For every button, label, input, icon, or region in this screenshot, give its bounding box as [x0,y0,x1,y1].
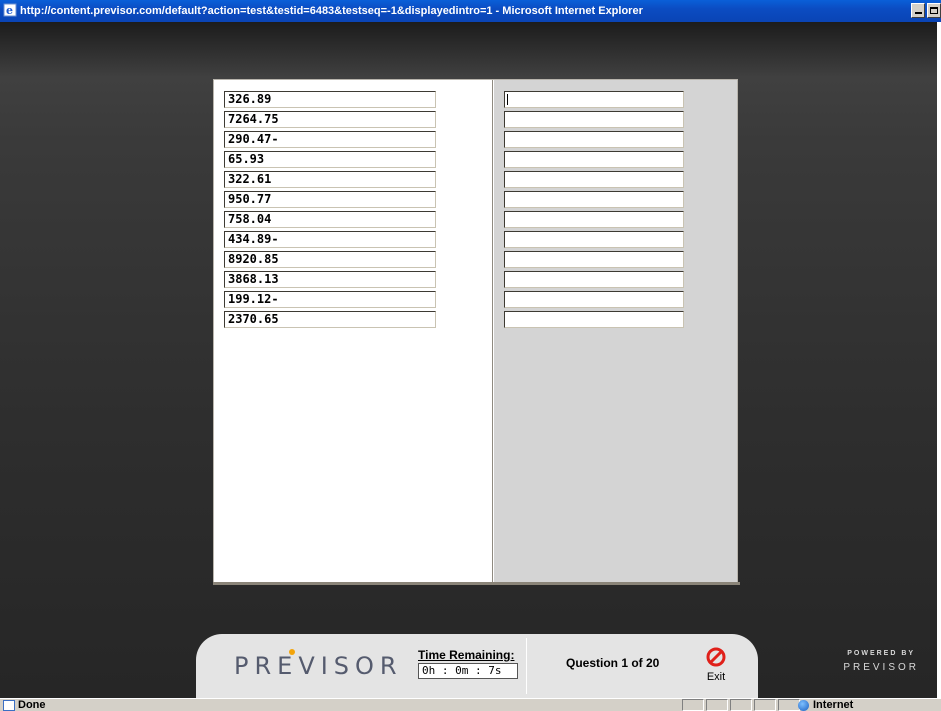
answer-input[interactable] [504,91,684,108]
status-text-area: Done [3,699,46,711]
status-panel [754,699,776,711]
number-value: 8920.85 [224,251,436,268]
page-done-icon [3,699,15,711]
status-panels [682,699,800,711]
exit-label[interactable]: Exit [701,671,731,683]
powered-by-text: POWERED BY [847,650,916,657]
number-value: 758.04 [224,211,436,228]
internet-globe-icon [798,699,809,711]
number-value: 7264.75 [224,111,436,128]
number-value: 199.12- [224,291,436,308]
number-value: 2370.65 [224,311,436,328]
status-text: Done [18,699,46,711]
answer-input[interactable] [504,111,684,128]
answer-input[interactable] [504,171,684,188]
maximize-button[interactable] [927,3,941,18]
window-title-bar: e http://content.previsor.com/default?ac… [0,0,941,22]
number-value: 326.89 [224,91,436,108]
number-value: 434.89- [224,231,436,248]
status-panel [730,699,752,711]
answer-input[interactable] [504,151,684,168]
svg-text:e: e [6,4,13,17]
answer-input[interactable] [504,211,684,228]
status-panel [682,699,704,711]
time-remaining: Time Remaining: 0h : 0m : 7s [418,648,518,679]
exit-button[interactable]: Exit [701,646,731,694]
number-value: 950.77 [224,191,436,208]
status-bar: Done Internet [0,698,941,711]
answer-input[interactable] [504,231,684,248]
exit-icon[interactable] [705,646,727,668]
test-footer-bar: PREVISOR Time Remaining: 0h : 0m : 7s Qu… [196,634,758,698]
security-zone-label: Internet [813,699,854,711]
window-title: http://content.previsor.com/default?acti… [20,5,643,17]
answers-column [494,80,737,582]
number-value: 3868.13 [224,271,436,288]
answer-input[interactable] [504,271,684,288]
question-counter: Question 1 of 20 [566,656,660,670]
status-panel [706,699,728,711]
powered-by-logo: POWERED BY PREVISOR [843,650,919,673]
logo-dot-icon [289,649,295,655]
numbers-column: 326.89 7264.75 290.47- 65.93 322.61 950.77 758… [214,80,493,582]
previsor-logo: PREVISOR [234,652,403,680]
footer-divider [526,638,527,694]
security-zone: Internet [798,699,853,711]
number-value: 322.61 [224,171,436,188]
answer-input[interactable] [504,251,684,268]
powered-by-previsor: PREVISOR [843,662,919,673]
time-remaining-value: 0h : 0m : 7s [418,663,518,679]
answer-input[interactable] [504,291,684,308]
answer-input[interactable] [504,311,684,328]
number-value: 65.93 [224,151,436,168]
time-remaining-label: Time Remaining: [418,648,515,662]
answer-input[interactable] [504,131,684,148]
test-panel: 326.89 7264.75 290.47- 65.93 322.61 950.77 758… [213,79,740,585]
internet-explorer-icon: e [3,3,17,17]
window-controls [911,3,941,18]
minimize-button[interactable] [911,3,925,18]
panel-bottom-border [213,582,740,585]
answer-input[interactable] [504,191,684,208]
status-panel [778,699,800,711]
number-value: 290.47- [224,131,436,148]
scrollbar-edge[interactable] [937,22,941,698]
